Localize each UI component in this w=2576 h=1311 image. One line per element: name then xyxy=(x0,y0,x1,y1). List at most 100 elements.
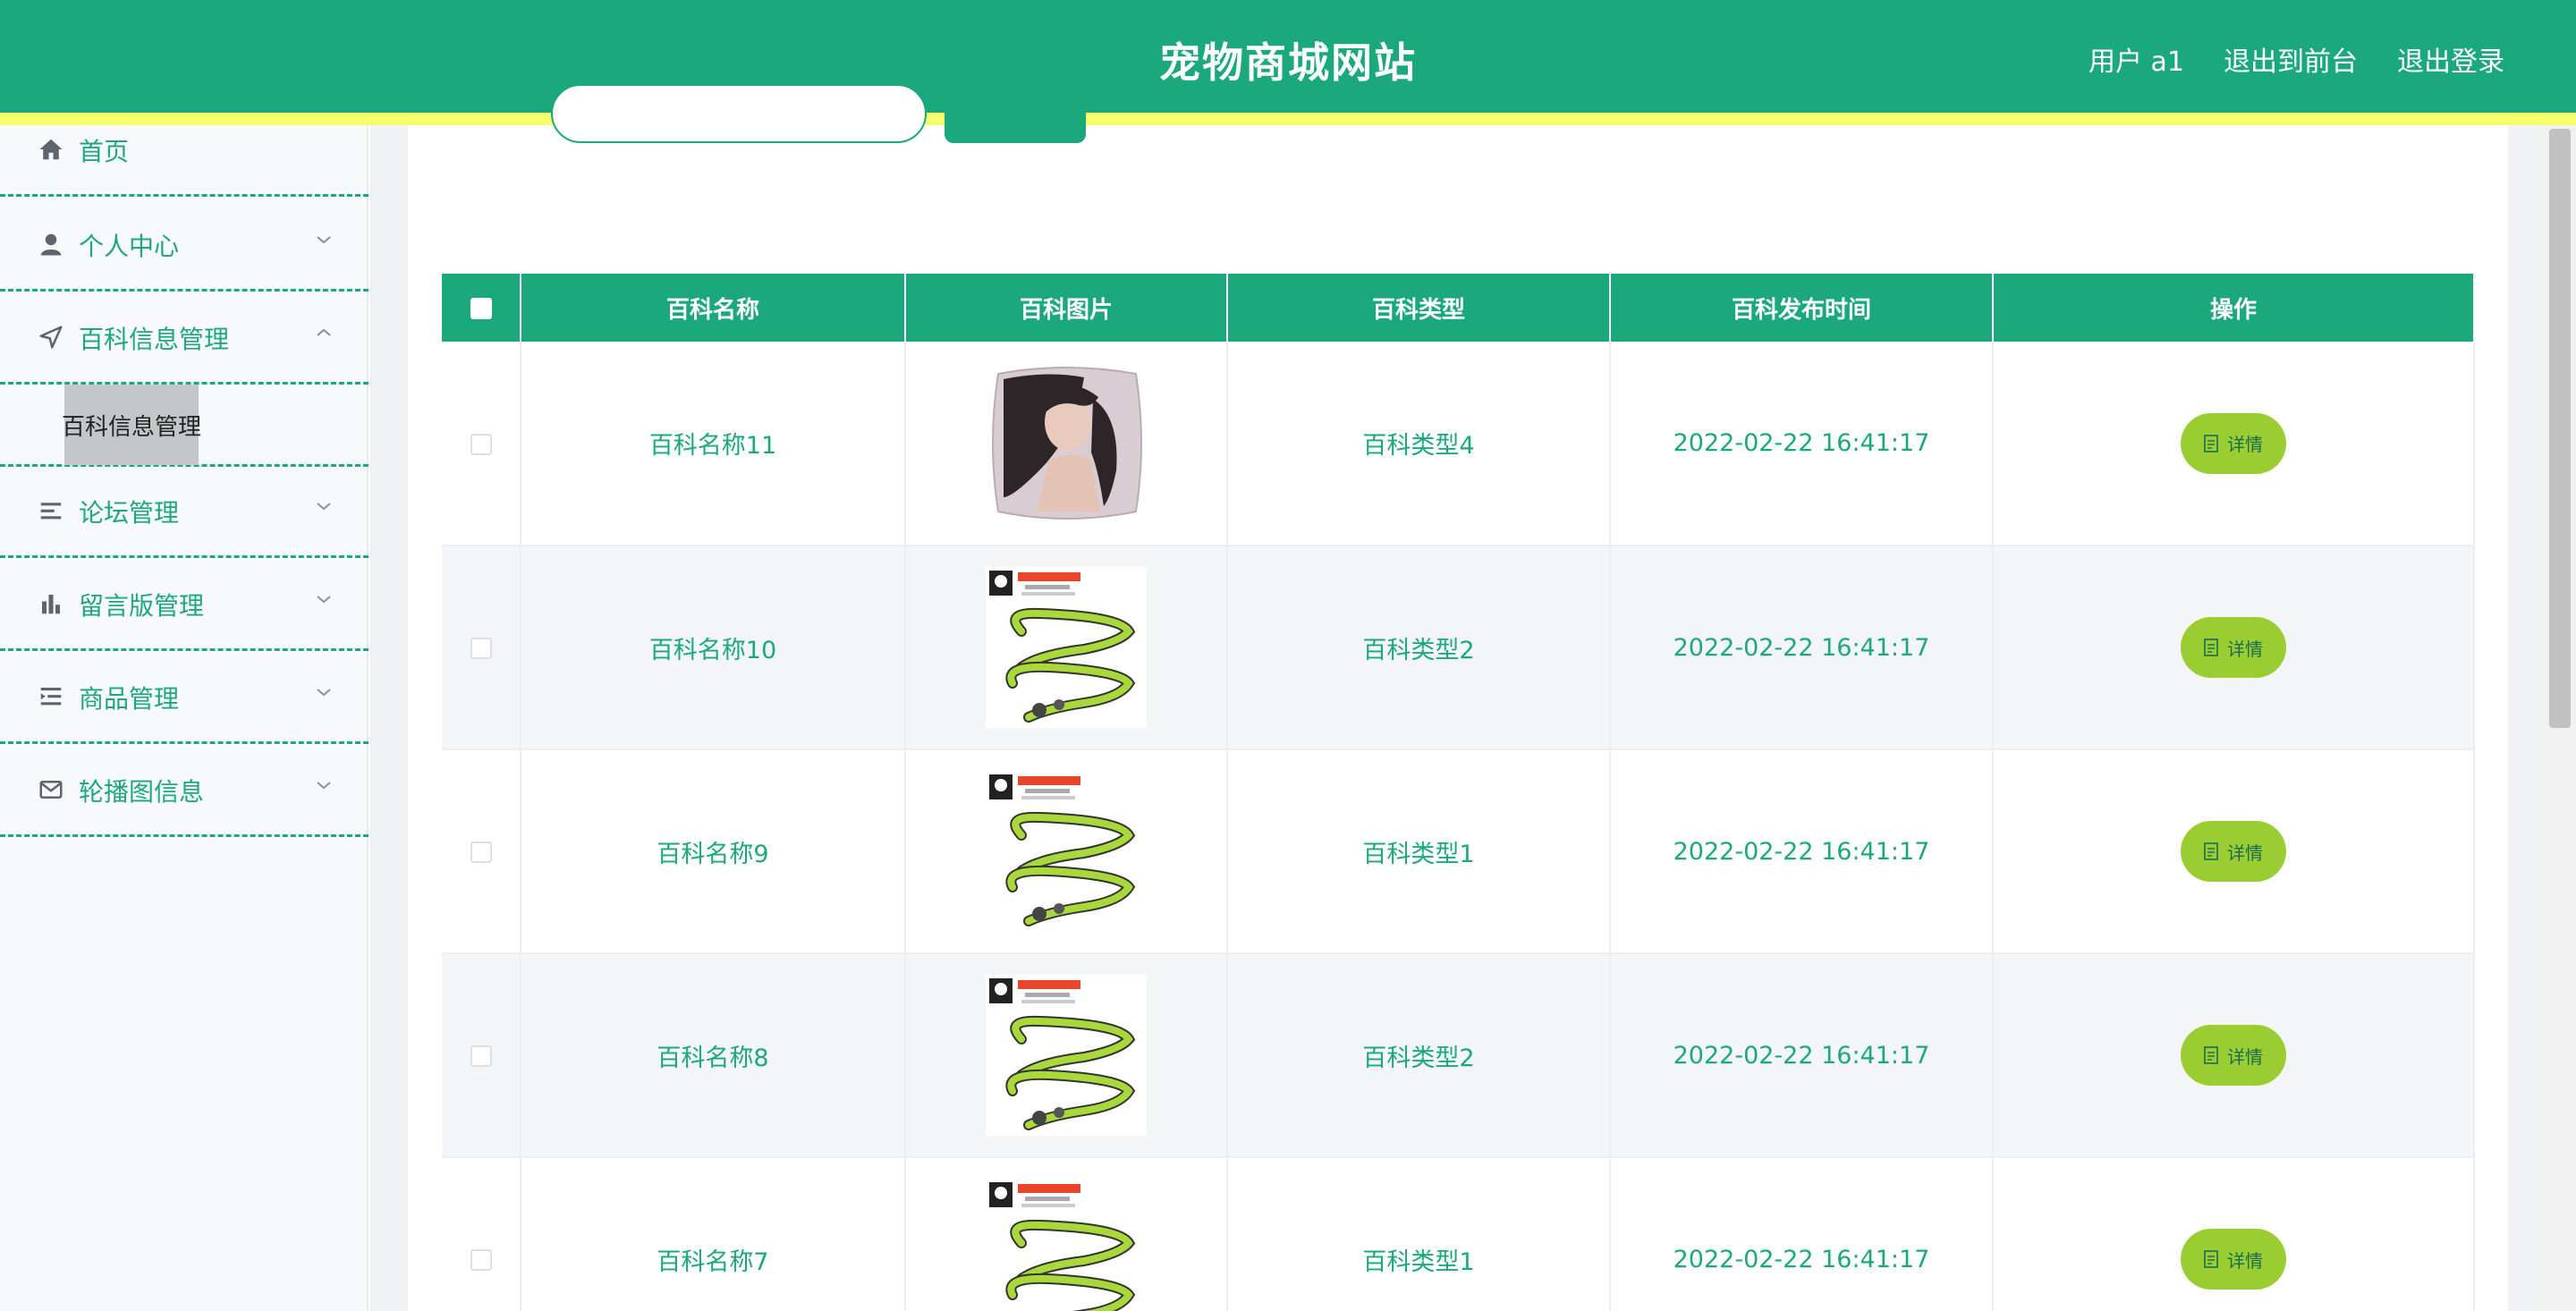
cell-time: 2022-02-22 16:41:17 xyxy=(1610,342,1994,546)
column-header: 百科图片 xyxy=(905,274,1228,342)
document-icon xyxy=(2204,434,2218,453)
sidebar-item-personal-center[interactable]: 个人中心 xyxy=(0,200,369,292)
table-header-row: 百科名称 百科图片 百科类型 百科发布时间 操作 xyxy=(442,274,2475,342)
document-icon xyxy=(2204,639,2218,656)
cell-time: 2022-02-22 16:41:17 xyxy=(1610,1157,1994,1311)
sidebar-item-home[interactable]: 首页 xyxy=(0,106,369,197)
logout-link[interactable]: 退出登录 xyxy=(2397,39,2504,79)
cell-actions: 详情 xyxy=(1993,342,2475,546)
sidebar: 首页 个人中心 百科信息管理 百科信息管理 论坛管理 留言版管理 商品管理 轮播… xyxy=(0,125,369,1311)
cell-type: 百科类型4 xyxy=(1227,342,1611,546)
select-all-header xyxy=(442,274,521,342)
search-input[interactable] xyxy=(551,84,927,143)
chevron-down-icon xyxy=(317,596,331,604)
sidebar-item-products[interactable]: 商品管理 xyxy=(0,653,369,744)
chevron-down-icon xyxy=(317,236,331,244)
cell-actions: 详情 xyxy=(1993,546,2475,750)
detail-button[interactable]: 详情 xyxy=(2181,1025,2286,1086)
row-select-cell xyxy=(442,342,521,546)
bar-chart-icon xyxy=(38,590,64,617)
select-all-checkbox[interactable] xyxy=(470,297,492,319)
detail-button-label: 详情 xyxy=(2227,1249,2263,1272)
cell-image xyxy=(905,546,1228,750)
sidebar-item-label: 轮播图信息 xyxy=(79,777,205,807)
row-checkbox[interactable] xyxy=(470,433,492,455)
pet-leash-image xyxy=(986,567,1147,728)
cell-actions: 详情 xyxy=(1993,1157,2475,1311)
mail-icon xyxy=(38,776,64,803)
user-label[interactable]: 用户 a1 xyxy=(2089,39,2184,79)
cell-image xyxy=(905,1157,1228,1311)
document-icon xyxy=(2204,1250,2218,1268)
cell-name: 百科名称11 xyxy=(521,342,906,546)
sidebar-item-label: 论坛管理 xyxy=(79,498,180,528)
table-row: 百科名称8 百科类型2 2022-02-22 16:41:17 详情 xyxy=(442,953,2475,1158)
table-row: 百科名称7 百科类型1 2022-02-22 16:41:17 详情 xyxy=(442,1157,2475,1311)
cell-name: 百科名称9 xyxy=(521,749,906,954)
cell-name: 百科名称7 xyxy=(521,1157,906,1311)
exit-to-front-link[interactable]: 退出到前台 xyxy=(2224,39,2358,79)
sidebar-item-forum[interactable]: 论坛管理 xyxy=(0,467,369,558)
chevron-down-icon xyxy=(317,503,331,511)
sidebar-item-label: 留言版管理 xyxy=(79,591,205,621)
user-icon xyxy=(38,231,64,258)
cell-image xyxy=(905,953,1228,1158)
cell-actions: 详情 xyxy=(1993,953,2475,1158)
detail-button[interactable]: 详情 xyxy=(2181,821,2286,882)
table-row: 百科名称9 百科类型1 2022-02-22 16:41:17 详情 xyxy=(442,749,2475,954)
pet-leash-image xyxy=(986,1179,1147,1311)
cell-image xyxy=(905,342,1228,546)
pet-leash-image xyxy=(986,771,1147,932)
top-header: 宠物商城网站 用户 a1 退出到前台 退出登录 xyxy=(0,0,2576,113)
home-icon xyxy=(38,136,64,163)
row-select-cell xyxy=(442,953,521,1158)
sidebar-item-label: 个人中心 xyxy=(79,232,180,261)
row-select-cell xyxy=(442,546,521,750)
submenu-item-encyclopedia-manage[interactable]: 百科信息管理 xyxy=(62,385,201,465)
column-header: 百科发布时间 xyxy=(1610,274,1994,342)
row-checkbox[interactable] xyxy=(470,1045,492,1067)
encyclopedia-table: 百科名称 百科图片 百科类型 百科发布时间 操作 百科名称11 百科类型4 2022… xyxy=(442,274,2475,1311)
encyclopedia-submenu: 百科信息管理 xyxy=(0,385,369,467)
column-header: 操作 xyxy=(1993,274,2475,342)
row-select-cell xyxy=(442,749,521,954)
row-select-cell xyxy=(442,1157,521,1311)
pet-leash-image xyxy=(986,975,1147,1136)
scrollbar[interactable] xyxy=(2544,125,2576,1311)
detail-button[interactable]: 详情 xyxy=(2181,617,2286,678)
cell-time: 2022-02-22 16:41:17 xyxy=(1610,546,1994,750)
cell-type: 百科类型1 xyxy=(1227,1157,1611,1311)
detail-button[interactable]: 详情 xyxy=(2181,1229,2286,1290)
sidebar-item-label: 首页 xyxy=(79,137,130,166)
sidebar-item-guestbook[interactable]: 留言版管理 xyxy=(0,560,369,651)
send-icon xyxy=(38,324,64,351)
detail-button[interactable]: 详情 xyxy=(2181,412,2286,474)
cell-time: 2022-02-22 16:41:17 xyxy=(1610,953,1994,1158)
list-icon xyxy=(38,497,64,524)
document-icon xyxy=(2204,1046,2218,1064)
pillow-portrait-image xyxy=(986,362,1147,524)
cell-actions: 详情 xyxy=(1993,749,2475,954)
sidebar-item-encyclopedia[interactable]: 百科信息管理 xyxy=(0,293,369,385)
indent-icon xyxy=(38,683,64,710)
cell-time: 2022-02-22 16:41:17 xyxy=(1610,749,1994,954)
table-row: 百科名称10 百科类型2 2022-02-22 16:41:17 详情 xyxy=(442,546,2475,750)
scrollbar-thumb[interactable] xyxy=(2549,129,2571,728)
detail-button-label: 详情 xyxy=(2227,1045,2263,1068)
chevron-up-icon xyxy=(317,328,331,336)
sidebar-item-label: 商品管理 xyxy=(79,684,180,714)
row-checkbox[interactable] xyxy=(470,1249,492,1271)
cell-name: 百科名称10 xyxy=(521,546,906,750)
cell-type: 百科类型1 xyxy=(1227,749,1611,954)
search-button[interactable] xyxy=(945,84,1086,143)
chevron-down-icon xyxy=(317,689,331,697)
header-accent-stripe xyxy=(0,113,2576,125)
cell-image xyxy=(905,749,1228,954)
detail-button-label: 详情 xyxy=(2227,842,2263,864)
column-header: 百科名称 xyxy=(521,274,906,342)
row-checkbox[interactable] xyxy=(470,638,492,659)
row-checkbox[interactable] xyxy=(470,842,492,863)
sidebar-item-carousel[interactable]: 轮播图信息 xyxy=(0,746,369,837)
cell-type: 百科类型2 xyxy=(1227,546,1611,750)
chevron-down-icon xyxy=(317,782,331,790)
